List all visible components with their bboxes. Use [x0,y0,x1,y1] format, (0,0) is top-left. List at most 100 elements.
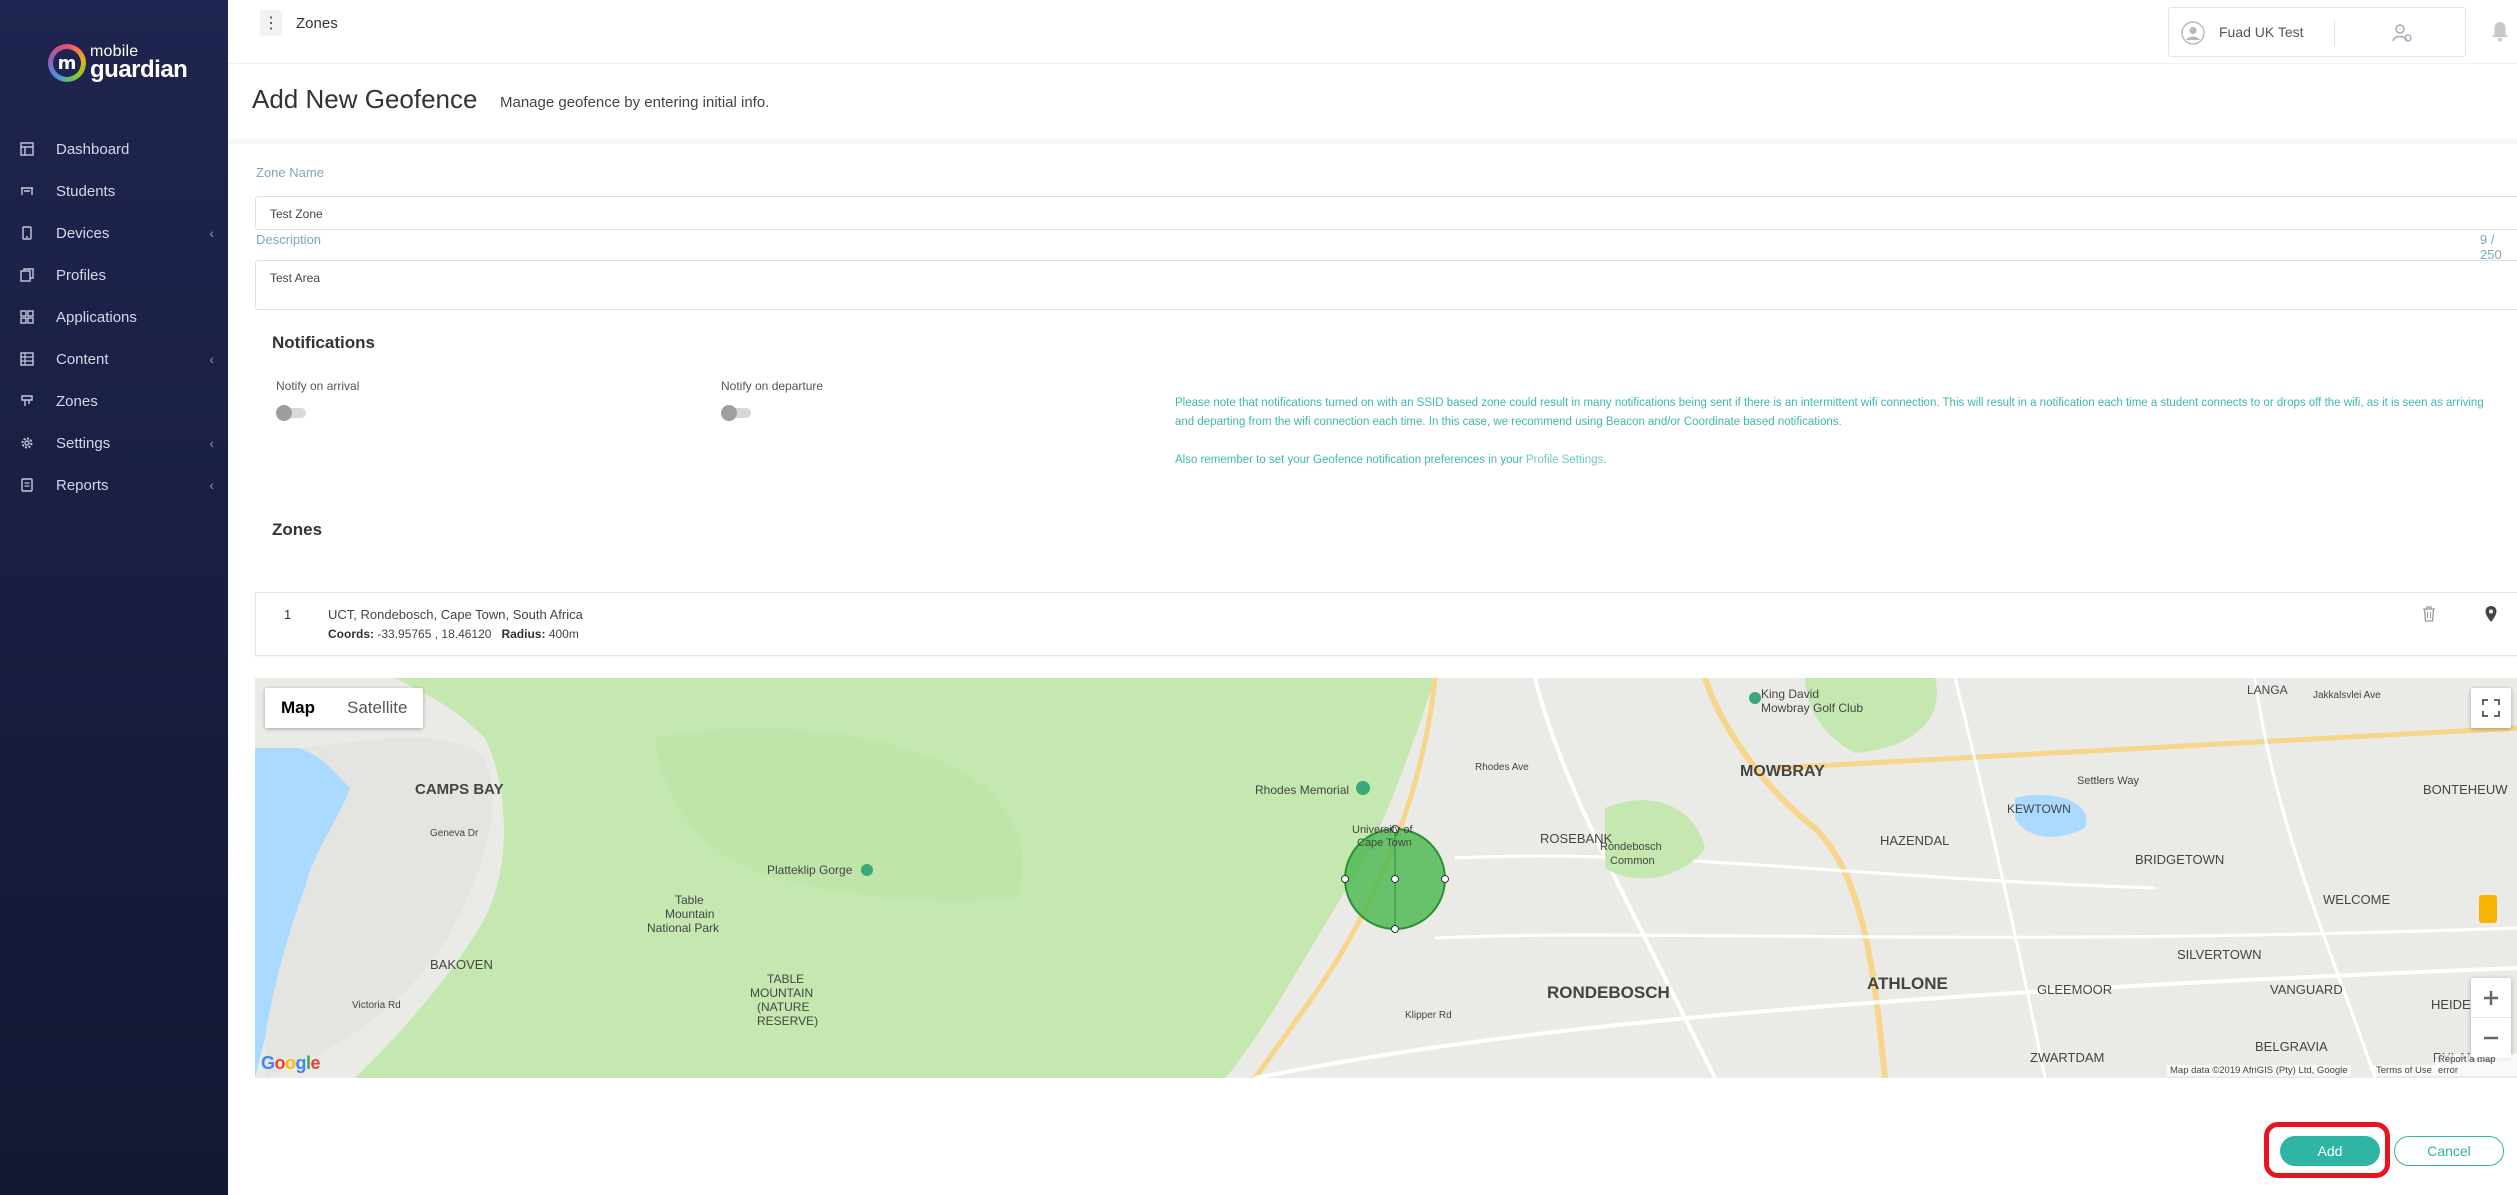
sidebar-item-profiles[interactable]: Profiles [0,254,228,296]
svg-text:Cape Town: Cape Town [1357,837,1412,849]
map-report-link[interactable]: Report a map error [2435,1054,2517,1076]
svg-text:Mountain: Mountain [665,907,714,921]
svg-text:MOWBRAY: MOWBRAY [1740,763,1825,780]
sidebar: m mobile guardian Dashboard Students Dev… [0,0,228,1195]
zone-name-label: Zone Name [256,165,324,180]
svg-text:BAKOVEN: BAKOVEN [430,957,493,972]
svg-text:University of: University of [1352,824,1413,836]
svg-text:Platteklip Gorge: Platteklip Gorge [767,863,853,877]
svg-text:MOUNTAIN: MOUNTAIN [750,986,813,1000]
notify-departure-toggle[interactable] [721,405,751,421]
zoom-out-button[interactable] [2471,1018,2511,1058]
applications-icon [20,310,34,324]
description-counter: 9 / 250 [2480,232,2502,262]
cancel-button[interactable]: Cancel [2394,1136,2504,1166]
gear-icon [20,436,34,450]
students-icon [20,184,34,198]
zoom-in-button[interactable] [2471,978,2511,1018]
sidebar-item-dashboard[interactable]: Dashboard [0,128,228,170]
svg-text:GLEEMOOR: GLEEMOOR [2037,982,2112,997]
svg-text:ZWARTDAM: ZWARTDAM [2030,1050,2104,1065]
reports-icon [20,478,34,492]
zones-icon [20,394,34,408]
map-label-camps-bay: CAMPS BAY [415,781,504,798]
svg-text:Common: Common [1610,855,1655,867]
map-attribution: Map data ©2019 AfriGIS (Pty) Ltd, Google [2167,1065,2351,1076]
svg-text:Jakkalsvlei Ave: Jakkalsvlei Ave [2313,690,2381,701]
svg-text:HEIDE: HEIDE [2431,997,2471,1012]
plus-icon [2484,990,2498,1005]
svg-text:VANGUARD: VANGUARD [2270,982,2343,997]
notify-departure-label: Notify on departure [721,379,824,393]
sidebar-item-devices[interactable]: Devices ‹ [0,212,228,254]
zone-coords: -33.95765 , 18.46120 [377,627,492,641]
user-name: Fuad UK Test [2219,24,2304,40]
svg-text:Settlers Way: Settlers Way [2077,775,2139,787]
zone-details: Coords: -33.95765 , 18.46120 Radius: 400… [328,627,579,641]
add-button[interactable]: Add [2280,1136,2380,1166]
map-terms-link[interactable]: Terms of Use [2373,1065,2435,1076]
menu-toggle-button[interactable]: ⋮ [260,10,282,36]
chevron-left-icon: ‹ [209,477,214,493]
map-pin-icon[interactable] [2484,605,2498,623]
notifications-heading: Notifications [272,333,375,352]
sidebar-item-reports[interactable]: Reports ‹ [0,464,228,506]
description-label: Description [256,232,322,247]
chevron-left-icon: ‹ [209,351,214,367]
svg-text:ATHLONE: ATHLONE [1867,974,1948,993]
zone-radius: 400m [548,627,579,641]
sidebar-item-applications[interactable]: Applications [0,296,228,338]
sidebar-item-content[interactable]: Content ‹ [0,338,228,380]
svg-text:Rhodes Memorial: Rhodes Memorial [1255,783,1349,797]
svg-text:BRIDGETOWN: BRIDGETOWN [2135,852,2224,867]
chevron-left-icon: ‹ [209,225,214,241]
svg-text:HAZENDAL: HAZENDAL [1880,833,1949,848]
svg-text:Klipper Rd: Klipper Rd [1405,1010,1452,1021]
svg-text:Rondebosch: Rondebosch [1600,841,1662,853]
switch-user-icon[interactable] [2391,22,2413,44]
sidebar-item-settings[interactable]: Settings ‹ [0,422,228,464]
fullscreen-button[interactable] [2471,688,2511,728]
sidebar-item-students[interactable]: Students [0,170,228,212]
bell-icon[interactable] [2490,20,2510,42]
trash-icon[interactable] [2422,606,2436,622]
svg-text:SILVERTOWN: SILVERTOWN [2177,947,2262,962]
zoom-controls [2471,978,2511,1058]
svg-text:Geneva Dr: Geneva Dr [430,828,479,839]
svg-text:KEWTOWN: KEWTOWN [2007,802,2071,816]
profiles-icon [20,268,34,282]
page-subtitle: Manage geofence by entering initial info… [500,94,770,111]
logo[interactable]: m mobile guardian [48,44,188,83]
logo-text-line2: guardian [90,56,188,83]
notify-arrival-toggle[interactable] [276,405,306,421]
sidebar-item-zones[interactable]: Zones [0,380,228,422]
map-type-map-button[interactable]: Map [265,688,331,728]
profile-settings-link[interactable]: Profile Settings [1526,454,1603,466]
svg-text:(NATURE: (NATURE [757,1000,809,1014]
svg-text:BELGRAVIA: BELGRAVIA [2255,1039,2328,1054]
chevron-left-icon: ‹ [209,435,214,451]
description-input[interactable]: Test Area [255,260,2517,310]
zone-address: UCT, Rondebosch, Cape Town, South Africa [328,607,583,622]
logo-mark: m [48,44,86,82]
zone-list-item[interactable]: 1 UCT, Rondebosch, Cape Town, South Afri… [255,592,2517,656]
svg-text:RESERVE): RESERVE) [757,1014,818,1028]
geofence-map[interactable]: CAMPS BAY Rhodes Memorial ROSEBANK MOWBR… [255,678,2517,1078]
map-canvas[interactable]: CAMPS BAY Rhodes Memorial ROSEBANK MOWBR… [255,678,2517,1078]
svg-text:National Park: National Park [647,921,720,935]
zone-name-input[interactable]: Test Zone [255,196,2517,230]
user-menu[interactable]: Fuad UK Test [2168,7,2466,57]
svg-text:LANGA: LANGA [2247,683,2288,697]
svg-text:RONDEBOSCH: RONDEBOSCH [1547,983,1670,1002]
map-type-satellite-button[interactable]: Satellite [331,688,423,728]
minus-icon [2484,1036,2498,1040]
zone-index: 1 [284,607,292,622]
dashboard-icon [20,142,34,156]
map-type-toggle: Map Satellite [265,688,424,728]
device-icon [20,226,34,240]
svg-text:Mowbray Golf Club: Mowbray Golf Club [1761,701,1863,715]
top-bar: ⋮ Zones Fuad UK Test [228,0,2517,64]
breadcrumb: Zones [296,15,338,32]
google-logo: Google [261,1053,321,1073]
user-avatar-icon [2181,21,2205,45]
